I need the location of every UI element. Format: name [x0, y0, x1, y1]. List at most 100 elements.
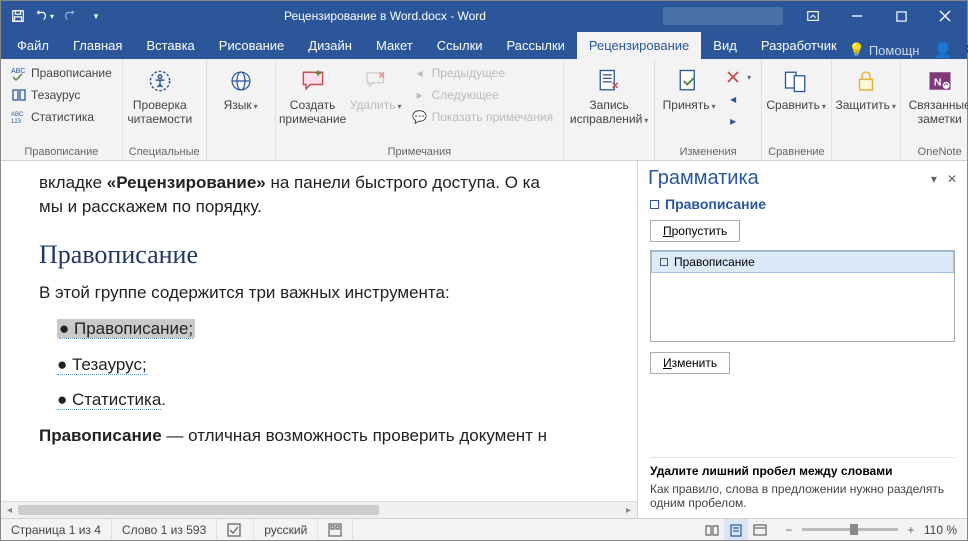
ribbon-tabs: Файл Главная Вставка Рисование Дизайн Ма… — [1, 31, 967, 59]
document-content: вкладке «Рецензирование» на панели быстр… — [1, 161, 637, 462]
lightbulb-icon: 💡 — [849, 42, 865, 58]
redo-icon[interactable] — [59, 5, 81, 27]
next-comment-button[interactable]: ▸Следующее — [408, 85, 558, 105]
view-read-icon[interactable] — [700, 519, 724, 540]
zoom-control: − + 110 % — [772, 523, 967, 537]
minimize-icon[interactable] — [835, 1, 879, 31]
tab-insert[interactable]: Вставка — [134, 32, 206, 59]
share-icon[interactable]: 👤 — [933, 41, 952, 59]
user-account[interactable] — [663, 7, 783, 25]
list-item: ● Тезаурус; — [57, 353, 609, 377]
prev-comment-label: Предыдущее — [432, 66, 505, 80]
tab-design[interactable]: Дизайн — [296, 32, 364, 59]
track-changes-label: Запись исправлений — [570, 98, 642, 126]
pane-close-icon[interactable]: ✕ — [947, 172, 957, 186]
accessibility-icon — [144, 65, 176, 97]
scroll-thumb[interactable] — [18, 505, 379, 515]
tab-layout[interactable]: Макет — [364, 32, 425, 59]
lock-icon — [850, 65, 882, 97]
pane-menu-icon[interactable]: ▾ — [931, 172, 937, 186]
doc-heading: Правописание — [39, 237, 609, 273]
onenote-icon: N — [924, 65, 956, 97]
delete-comment-icon — [360, 65, 392, 97]
statistics-button[interactable]: ABC123Статистика — [7, 107, 116, 127]
status-bar: Страница 1 из 4 Слово 1 из 593 русский −… — [1, 518, 967, 540]
next-icon: ▸ — [412, 87, 428, 103]
group-changes: Принять▾ ▾ ◂ ▸ Изменения — [655, 59, 762, 160]
window-buttons — [791, 1, 967, 31]
tab-draw[interactable]: Рисование — [207, 32, 296, 59]
tab-home[interactable]: Главная — [61, 32, 134, 59]
horizontal-scrollbar[interactable]: ◂ ▸ — [1, 501, 637, 518]
status-page[interactable]: Страница 1 из 4 — [1, 519, 112, 540]
tell-me[interactable]: 💡 Помощн — [849, 42, 920, 58]
status-words[interactable]: Слово 1 из 593 — [112, 519, 217, 540]
accessibility-check-button[interactable]: Проверка читаемости — [129, 63, 191, 127]
show-comments-icon: 💬 — [412, 109, 428, 125]
statistics-label: Статистика — [31, 110, 94, 124]
zoom-knob[interactable] — [850, 524, 858, 535]
view-print-icon[interactable] — [724, 519, 748, 540]
next-change-icon: ▸ — [725, 113, 741, 129]
save-icon[interactable] — [7, 5, 29, 27]
undo-icon[interactable]: ▾ — [33, 5, 55, 27]
group-tracking: Запись исправлений▾ — [564, 59, 655, 160]
show-comments-label: Показать примечания — [432, 110, 554, 124]
suggestion-option[interactable]: Правописание — [651, 251, 954, 273]
prev-comment-button[interactable]: ◂ Предыдущее — [408, 63, 558, 83]
change-button[interactable]: Изменить — [650, 352, 730, 374]
skip-button[interactable]: Пропустить — [650, 220, 740, 242]
close-icon[interactable] — [923, 1, 967, 31]
compare-button[interactable]: Сравнить▾ — [768, 63, 824, 113]
maximize-icon[interactable] — [879, 1, 923, 31]
document-viewport[interactable]: вкладке «Рецензирование» на панели быстр… — [1, 161, 637, 518]
spelling-button[interactable]: ABCПравописание — [7, 63, 116, 83]
scroll-right-icon[interactable]: ▸ — [620, 505, 637, 516]
tab-review[interactable]: Рецензирование — [577, 32, 701, 59]
title-bar: ▾ ▾ Рецензирование в Word.docx - Word — [1, 1, 967, 31]
view-web-icon[interactable] — [748, 519, 772, 540]
tab-developer[interactable]: Разработчик — [749, 32, 849, 59]
zoom-slider[interactable] — [802, 528, 898, 531]
new-comment-button[interactable]: Создать примечание — [282, 63, 344, 127]
tab-references[interactable]: Ссылки — [425, 32, 495, 59]
accessibility-label: Проверка читаемости — [127, 99, 192, 127]
group-comments: Создать примечание Удалить▾ ◂Предыдущее … — [276, 59, 565, 160]
zoom-value[interactable]: 110 % — [924, 523, 957, 537]
group-accessibility: Проверка читаемости Специальные — [123, 59, 207, 160]
accept-button[interactable]: Принять▾ — [661, 63, 717, 113]
ribbon-options-icon[interactable] — [791, 1, 835, 31]
compare-icon — [780, 65, 812, 97]
thesaurus-button[interactable]: Тезаурус — [7, 85, 116, 105]
accept-label: Принять — [663, 98, 710, 112]
scroll-track[interactable] — [18, 504, 620, 516]
qat-customize-icon[interactable]: ▾ — [85, 5, 107, 27]
group-language: Язык▾ — [207, 59, 276, 160]
list-item: ● Статистика. — [57, 388, 609, 412]
protect-button[interactable]: Защитить▾ — [838, 63, 894, 113]
show-comments-button[interactable]: 💬 Показать примечания — [408, 107, 558, 127]
suggestion-list[interactable]: Правописание — [650, 250, 955, 342]
prev-change-button[interactable]: ◂ — [721, 89, 755, 109]
track-changes-button[interactable]: Запись исправлений▾ — [570, 63, 648, 127]
zoom-out-button[interactable]: − — [782, 523, 796, 537]
status-language[interactable]: русский — [254, 519, 318, 540]
group-accessibility-label: Специальные — [129, 145, 200, 160]
next-change-button[interactable]: ▸ — [721, 111, 755, 131]
tab-file[interactable]: Файл — [5, 32, 61, 59]
tab-mailings[interactable]: Рассылки — [495, 32, 577, 59]
svg-text:123: 123 — [11, 119, 22, 125]
language-button[interactable]: Язык▾ — [213, 63, 269, 113]
prev-icon: ◂ — [412, 65, 428, 81]
tab-view[interactable]: Вид — [701, 32, 749, 59]
reject-button[interactable]: ▾ — [721, 67, 755, 87]
delete-comment-button[interactable]: Удалить▾ — [348, 63, 404, 113]
onenote-label: Связанные заметки — [909, 99, 968, 127]
group-proofing-label: Правописание — [7, 145, 116, 160]
status-macro-icon[interactable] — [318, 519, 353, 540]
status-proof-icon[interactable] — [217, 519, 254, 540]
onenote-button[interactable]: N Связанные заметки — [907, 63, 968, 127]
scroll-left-icon[interactable]: ◂ — [1, 505, 18, 516]
quick-access-toolbar: ▾ ▾ — [1, 5, 107, 27]
zoom-in-button[interactable]: + — [904, 523, 918, 537]
